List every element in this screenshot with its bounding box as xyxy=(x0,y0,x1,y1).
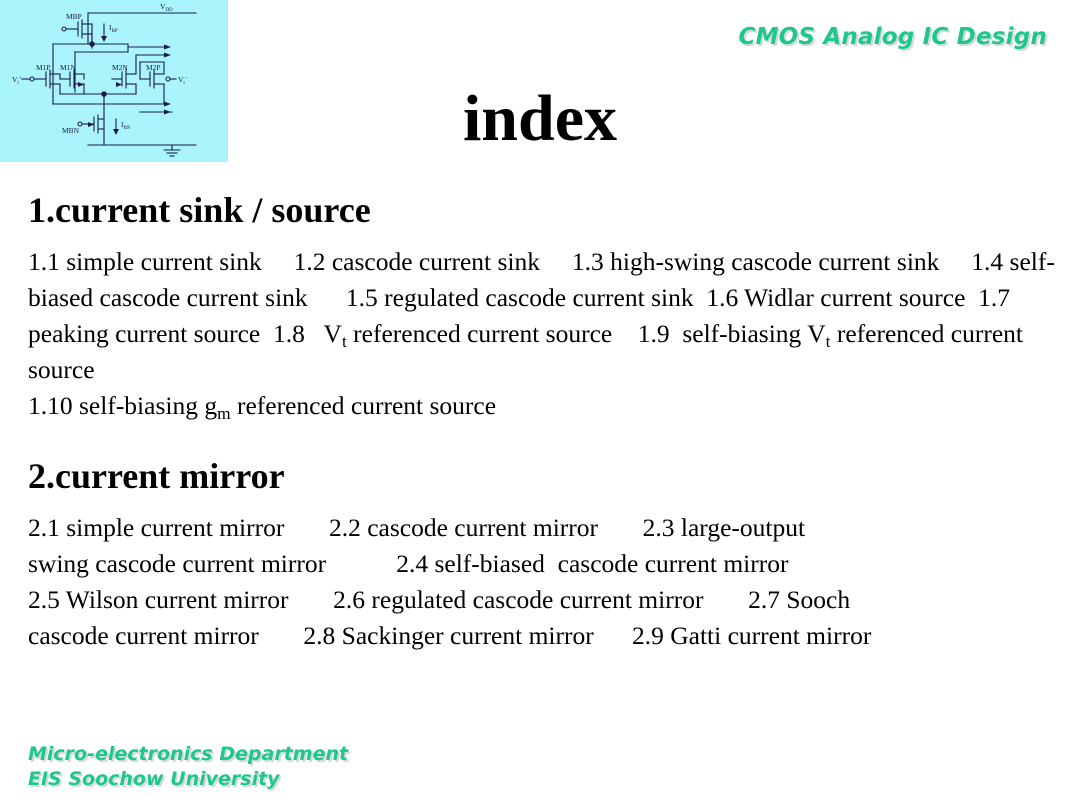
section-2-line-1: 2.1 simple current mirror 2.2 cascode cu… xyxy=(28,513,806,542)
section-2-line-4: cascode current mirror 2.8 Sackinger cur… xyxy=(28,621,872,650)
label-mbp: MBP xyxy=(66,12,82,21)
course-title-banner: CMOS Analog IC Design xyxy=(738,24,1047,50)
section-1-text-b: referenced current source 1.9 self-biasi… xyxy=(346,319,826,348)
slide-content: 1.current sink / source 1.1 simple curre… xyxy=(28,188,1058,654)
label-m1p: M1P xyxy=(36,63,51,72)
label-m2p: M2P xyxy=(146,63,161,72)
label-vdd: VDD xyxy=(160,2,173,13)
page-title: index xyxy=(462,82,618,155)
section-2-heading: 2.current mirror xyxy=(28,456,285,496)
footer: Micro-electronics Department EIS Soochow… xyxy=(28,742,348,792)
section-1-text-e: referenced current source xyxy=(230,391,497,420)
label-ibp: IBP xyxy=(109,23,118,34)
section-2-line-2: swing cascode current mirror 2.4 self-bi… xyxy=(28,549,789,578)
section-1-text-d: 1.10 self-biasing g xyxy=(28,391,218,420)
subscript-m: m xyxy=(217,403,231,423)
label-m2n: M2N xyxy=(112,63,128,72)
section-1-heading: 1.current sink / source xyxy=(28,190,371,230)
subscript-t-2: t xyxy=(825,331,831,351)
section-2-body: 2.1 simple current mirror 2.2 cascode cu… xyxy=(28,510,1058,654)
section-1-body: 1.1 simple current sink 1.2 cascode curr… xyxy=(28,244,1058,424)
section-2-line-3: 2.5 Wilson current mirror 2.6 regulated … xyxy=(28,585,851,614)
label-m1n: M1N xyxy=(60,63,76,72)
footer-line-department: Micro-electronics Department xyxy=(28,743,349,765)
subscript-t-1: t xyxy=(341,331,347,351)
footer-line-university: EIS Soochow University xyxy=(28,768,280,790)
